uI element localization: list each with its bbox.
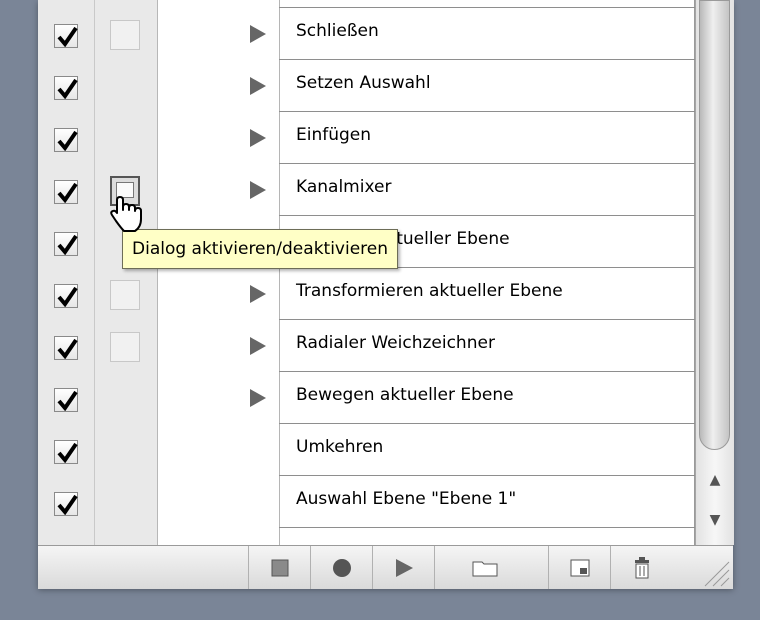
- stop-icon: [271, 559, 288, 576]
- checkmark-icon: [57, 26, 78, 47]
- resize-grip-icon: [704, 561, 730, 587]
- expand-triangle-icon[interactable]: [250, 285, 266, 303]
- action-label[interactable]: Setzen Auswahl: [296, 71, 686, 95]
- checkmark-icon: [57, 338, 78, 359]
- action-label[interactable]: Bewegen aktueller Ebene: [296, 383, 686, 407]
- checkmark-icon: [57, 442, 78, 463]
- play-icon: [395, 558, 413, 577]
- trash-icon: [634, 556, 649, 578]
- toggle-item-checkbox[interactable]: [54, 492, 78, 516]
- action-label[interactable]: Schließen: [296, 19, 686, 43]
- bottom-toolbar: [38, 545, 733, 589]
- expand-triangle-icon[interactable]: [250, 181, 266, 199]
- play-selection-button[interactable]: [372, 546, 434, 589]
- toggle-item-checkbox[interactable]: [54, 180, 78, 204]
- resize-grip[interactable]: [695, 546, 733, 589]
- expand-triangle-icon[interactable]: [250, 129, 266, 147]
- hand-pointer-cursor-icon: [110, 196, 142, 232]
- expand-triangle-icon[interactable]: [250, 389, 266, 407]
- checkmark-icon: [57, 78, 78, 99]
- record-icon: [332, 558, 351, 577]
- checkmark-icon: [57, 234, 78, 255]
- scroll-thumb[interactable]: [699, 0, 730, 450]
- scroll-up-arrow[interactable]: ▲: [696, 465, 734, 495]
- toggle-item-checkbox[interactable]: [54, 440, 78, 464]
- checkmark-icon: [57, 390, 78, 411]
- toggle-dialog-box[interactable]: [110, 20, 140, 50]
- toggle-dialog-box[interactable]: [110, 280, 140, 310]
- begin-recording-button[interactable]: [310, 546, 372, 589]
- tooltip: Dialog aktivieren/deaktivieren: [122, 229, 399, 269]
- toggle-dialog-box[interactable]: [110, 332, 140, 362]
- toggle-item-checkbox[interactable]: [54, 388, 78, 412]
- action-label[interactable]: Einfügen: [296, 123, 686, 147]
- action-label[interactable]: Radialer Weichzeichner: [296, 331, 686, 355]
- vertical-scrollbar[interactable]: ▲ ▼: [695, 0, 734, 545]
- toggle-item-checkbox[interactable]: [54, 128, 78, 152]
- expand-triangle-icon[interactable]: [250, 25, 266, 43]
- checkmark-icon: [57, 182, 78, 203]
- action-label[interactable]: Umkehren: [296, 435, 686, 459]
- create-new-action-button[interactable]: [548, 546, 610, 589]
- new-set-icon: [472, 561, 497, 576]
- action-label[interactable]: Transformieren aktueller Ebene: [296, 279, 686, 303]
- expand-triangle-icon[interactable]: [250, 77, 266, 95]
- create-new-set-button[interactable]: [434, 546, 534, 589]
- checkmark-icon: [57, 130, 78, 151]
- toggle-item-checkbox[interactable]: [54, 336, 78, 360]
- toggle-item-checkbox[interactable]: [54, 76, 78, 100]
- expand-triangle-icon[interactable]: [250, 337, 266, 355]
- toggle-item-checkbox[interactable]: [54, 232, 78, 256]
- toggle-item-checkbox[interactable]: [54, 284, 78, 308]
- stop-playing-button[interactable]: [248, 546, 310, 589]
- delete-button[interactable]: [610, 546, 672, 589]
- checkmark-icon: [57, 494, 78, 515]
- action-label[interactable]: Auswahl Ebene "Ebene 1": [296, 487, 686, 511]
- new-action-icon: [570, 559, 589, 576]
- action-label[interactable]: Kanalmixer: [296, 175, 686, 199]
- toggle-item-checkbox[interactable]: [54, 24, 78, 48]
- checkmark-icon: [57, 286, 78, 307]
- scroll-down-arrow[interactable]: ▼: [696, 505, 734, 535]
- actions-panel: Schließen Setzen Auswahl Einfügen Kanalmixe…: [38, 0, 734, 589]
- toggle-dialog-column: [95, 0, 158, 545]
